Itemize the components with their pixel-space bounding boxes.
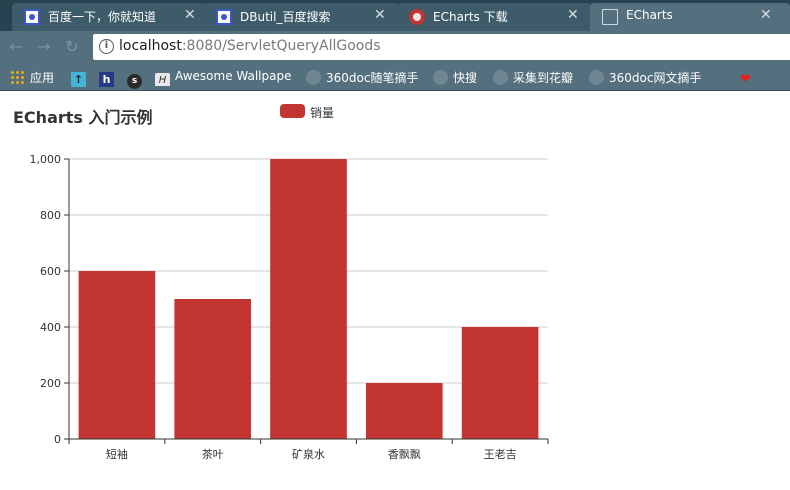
- browser-toolbar: ← → ↻ i localhost:8080/ServletQueryAllGo…: [0, 31, 790, 63]
- close-icon[interactable]: ✕: [760, 7, 772, 23]
- y-tick-label: 600: [40, 265, 61, 278]
- page-icon: [602, 9, 618, 25]
- globe-icon: [306, 70, 321, 85]
- address-url[interactable]: localhost:8080/ServletQueryAllGoods: [119, 38, 381, 54]
- forward-arrow-icon[interactable]: →: [34, 37, 54, 57]
- tab-echarts-download[interactable]: ECharts 下载 ✕: [397, 3, 591, 31]
- bookmark-kuaisou[interactable]: 快搜: [433, 69, 477, 86]
- apps-grid-icon: [10, 70, 25, 85]
- bookmark-360doc-notes[interactable]: 360doc随笔摘手: [306, 69, 418, 86]
- reload-icon[interactable]: ↻: [62, 37, 82, 57]
- globe-icon: [589, 70, 604, 85]
- s-bookmark-icon: s: [127, 74, 142, 89]
- bar-茶叶[interactable]: [174, 299, 252, 439]
- bookmark-h[interactable]: h: [99, 69, 119, 87]
- tab-dbutil-search[interactable]: DButil_百度搜索 ✕: [204, 3, 398, 31]
- globe-icon: [493, 70, 508, 85]
- bookmark-arrow[interactable]: ↑: [71, 69, 91, 87]
- bar-香飘飘[interactable]: [365, 383, 443, 439]
- bar-chart: 0 200 400 600 800 1,000 短袖 茶叶 矿泉水 香飘飘 王老吉: [30, 153, 549, 461]
- bar-短袖[interactable]: [78, 271, 156, 439]
- x-tick-label: 香飘飘: [388, 448, 421, 461]
- x-tick-label: 茶叶: [202, 448, 224, 461]
- x-tick-label: 矿泉水: [292, 447, 325, 461]
- baidu-paw-icon: [216, 9, 232, 25]
- bookmark-huaban[interactable]: 采集到花瓣: [493, 69, 573, 86]
- bookmark-label: Awesome Wallpape: [175, 69, 292, 83]
- tab-title: ECharts 下载: [433, 10, 508, 24]
- close-icon[interactable]: ✕: [374, 7, 386, 23]
- back-arrow-icon[interactable]: ←: [6, 37, 26, 57]
- close-icon[interactable]: ✕: [567, 7, 579, 23]
- tab-baidu-home[interactable]: 百度一下，你就知道 ✕: [12, 3, 207, 31]
- address-bar[interactable]: i localhost:8080/ServletQueryAllGoods: [93, 34, 790, 60]
- x-tick-label: 短袖: [106, 447, 128, 461]
- bookmark-label: 快搜: [453, 71, 478, 85]
- url-path: :8080/ServletQueryAllGoods: [181, 38, 381, 54]
- h-italic-bookmark-icon: H: [155, 73, 170, 86]
- bar-矿泉水[interactable]: [270, 159, 347, 439]
- tab-strip: 百度一下，你就知道 ✕ DButil_百度搜索 ✕ ECharts 下载 ✕ E…: [0, 0, 790, 31]
- tab-echarts[interactable]: ECharts ✕: [590, 3, 790, 31]
- bookmark-awesome-wallpaper[interactable]: H Awesome Wallpape: [155, 69, 295, 86]
- bar-王老吉[interactable]: [461, 327, 539, 439]
- y-tick-label: 0: [54, 433, 61, 446]
- bookmark-label: 360doc网文摘手: [609, 71, 702, 85]
- arrow-up-icon: ↑: [71, 72, 86, 87]
- close-icon[interactable]: ✕: [184, 7, 196, 23]
- bookmark-apps[interactable]: 应用: [10, 69, 54, 86]
- page-content: ECharts 入门示例 销量 0 200 400 600 800 1,000 短袖 茶叶 矿泉…: [0, 92, 790, 490]
- x-tick-label: 王老吉: [484, 448, 517, 461]
- bookmark-heart[interactable]: ❤: [738, 69, 758, 87]
- bookmark-label: 采集到花瓣: [513, 71, 574, 85]
- y-tick-label: 200: [40, 377, 61, 390]
- bookmark-360doc-articles[interactable]: 360doc网文摘手: [589, 69, 701, 86]
- baidu-paw-icon: [24, 9, 40, 25]
- tab-title: ECharts: [626, 8, 673, 22]
- tab-title: DButil_百度搜索: [240, 10, 331, 24]
- info-icon[interactable]: i: [99, 39, 114, 54]
- bookmark-s[interactable]: s: [127, 69, 147, 89]
- y-tick-label: 1,000: [30, 153, 62, 166]
- h-bookmark-icon: h: [99, 72, 114, 87]
- heart-icon: ❤: [740, 72, 751, 87]
- tab-title: 百度一下，你就知道: [48, 10, 157, 24]
- globe-icon: [433, 70, 448, 85]
- url-host: localhost: [119, 38, 182, 54]
- bookmark-label: 360doc随笔摘手: [326, 71, 419, 85]
- y-tick-label: 800: [40, 209, 61, 222]
- bookmark-label: 应用: [30, 71, 55, 85]
- y-tick-label: 400: [40, 321, 61, 334]
- bookmarks-bar: 应用 ↑ h s H Awesome Wallpape 360doc随笔摘手 快搜…: [0, 63, 790, 91]
- echarts-logo-icon: [409, 9, 425, 25]
